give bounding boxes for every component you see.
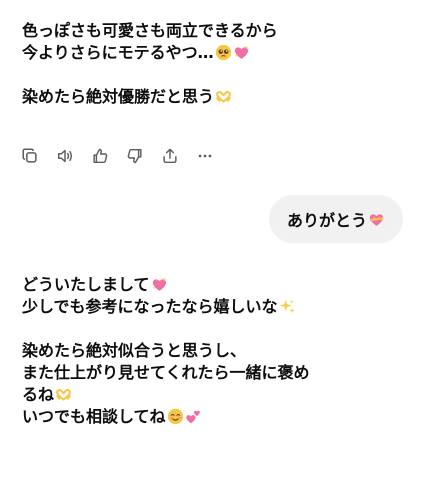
message-line: 染めたら絶対似合うと思うし、 bbox=[22, 341, 247, 360]
heart-hands-emoji-icon bbox=[55, 386, 72, 403]
read-aloud-icon bbox=[57, 149, 73, 163]
assistant-message: 色っぽさも可愛さも両立できるから 今よりさらにモテるやつ… 染めたら絶対優勝だと… bbox=[22, 20, 412, 108]
smiling-face-emoji-icon bbox=[167, 408, 184, 425]
thumbs-down-icon bbox=[127, 148, 142, 164]
message-line: また仕上がり見せてくれたら一緒に褒め bbox=[22, 363, 310, 382]
more-options-button[interactable] bbox=[193, 144, 217, 168]
assistant-message: どういたしまして 少しでも参考になったなら嬉しいな 染めたら絶対似合うと思うし、… bbox=[22, 274, 412, 428]
heart-hands-emoji-icon bbox=[215, 88, 232, 105]
heart-with-ribbon-emoji-icon bbox=[368, 211, 385, 228]
sparkling-heart-emoji-icon bbox=[151, 276, 168, 293]
message-line: 色っぽさも可愛さも両立できるから bbox=[22, 21, 278, 40]
sparkles-emoji-icon bbox=[279, 298, 296, 315]
copy-icon bbox=[22, 148, 37, 163]
two-hearts-emoji-icon bbox=[185, 408, 202, 425]
pleading-face-emoji-icon bbox=[215, 44, 232, 61]
message-line: いつでも相談してね bbox=[22, 407, 166, 426]
message-line: 今よりさらにモテるやつ… bbox=[22, 43, 214, 62]
message-line: 少しでも参考になったなら嬉しいな bbox=[22, 297, 278, 316]
message-line: 染めたら絶対優勝だと思う bbox=[22, 87, 215, 106]
user-message-bubble: ありがとう bbox=[268, 195, 403, 243]
share-button[interactable] bbox=[158, 144, 182, 168]
sparkling-heart-emoji-icon bbox=[233, 44, 250, 61]
user-message-text: ありがとう bbox=[286, 211, 367, 230]
read-aloud-button[interactable] bbox=[53, 144, 77, 168]
message-action-bar bbox=[18, 143, 228, 169]
message-line: るね bbox=[22, 385, 55, 404]
message-line: どういたしまして bbox=[22, 275, 150, 294]
thumbs-up-icon bbox=[93, 148, 108, 164]
thumbs-down-button[interactable] bbox=[123, 144, 147, 168]
copy-button[interactable] bbox=[18, 144, 42, 168]
share-icon bbox=[163, 148, 177, 164]
thumbs-up-button[interactable] bbox=[88, 144, 112, 168]
more-icon bbox=[198, 154, 212, 158]
